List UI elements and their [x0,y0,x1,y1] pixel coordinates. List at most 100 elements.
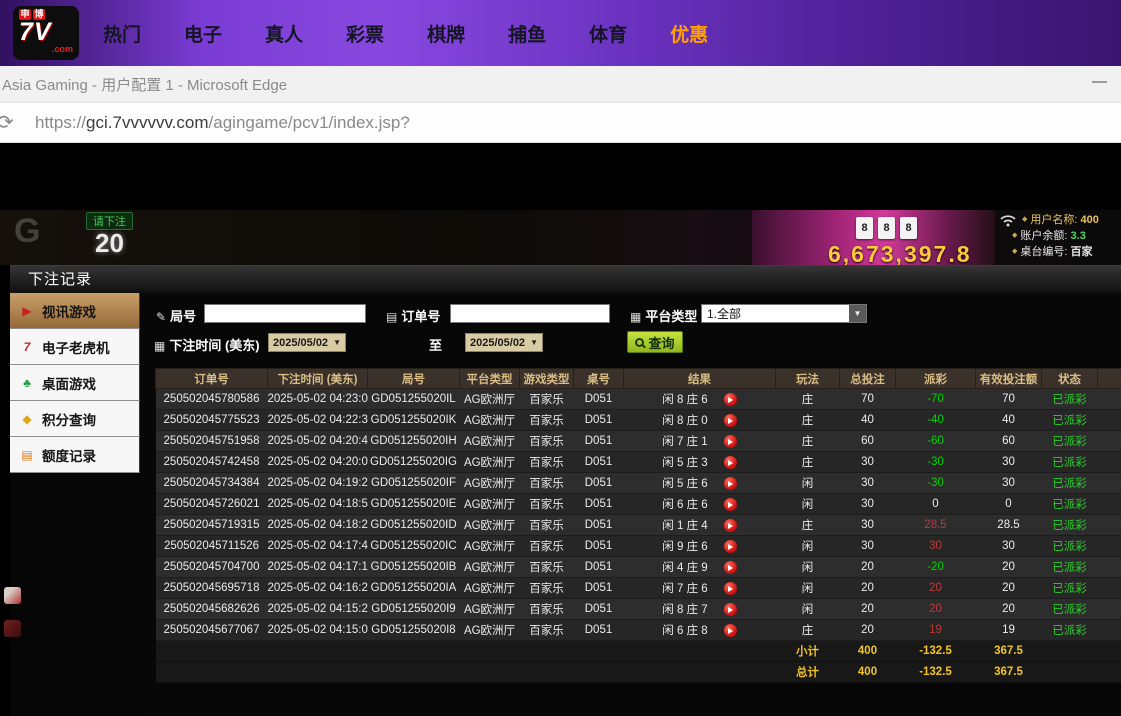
replay-button[interactable] [724,561,737,574]
bet-row: 2505020457343842025-05-02 04:19:25GD0512… [156,473,1121,494]
cell: 百家乐 [520,536,574,557]
panel-title: 下注记录 [10,265,1121,293]
browser-window: 申 博 7V .com 热门 电子 真人 彩票 棋牌 捕鱼 体育 优惠 Asia Gaming… [0,0,1121,716]
cell: -132.5 [896,662,976,683]
cell [1098,620,1121,641]
replay-button[interactable] [724,456,737,469]
cell [156,662,268,683]
column-header: 状态 [1042,369,1098,389]
order-number-input[interactable] [450,304,610,323]
background-letter: G [14,212,40,251]
cell: 70 [840,389,896,410]
cell: 250502045751958 [156,431,268,452]
sidebar-item-slot-machines[interactable]: 7电子老虎机 [10,329,140,365]
cell: GD051255020IK [368,410,460,431]
bet-row: 2505020457755232025-05-02 04:22:37GD0512… [156,410,1121,431]
cell: 庄 [776,620,840,641]
cell: GD051255020I9 [368,599,460,620]
replay-button[interactable] [724,624,737,637]
nav-item-hot[interactable]: 热门 [103,20,141,47]
nav-item-slots[interactable]: 电子 [184,20,222,47]
replay-button[interactable] [724,477,737,490]
chevron-down-icon: ▼ [530,338,538,347]
cell: 400 [840,662,896,683]
cell: 闲 5 庄 6 [624,473,776,494]
cell: 已派彩 [1042,578,1098,599]
panel-main: ✎局号 ▤订单号 ▦平台类型 1.全部 ▼ ▦下注时间 (美东) 2025/05… [140,293,1121,716]
replay-button[interactable] [724,393,737,406]
nav-item-promo[interactable]: 优惠 [670,20,708,47]
replay-button[interactable] [724,540,737,553]
nav-item-live[interactable]: 真人 [265,20,303,47]
query-button[interactable]: 查询 [627,331,683,353]
nav-item-sports[interactable]: 体育 [589,20,627,47]
round-filter-label: ✎局号 [156,306,196,325]
cell: -132.5 [896,641,976,662]
cell: 百家乐 [520,473,574,494]
replay-button[interactable] [724,582,737,595]
page-content: G 请下注 20 888 6,673,397.8 ◆用户名称: 400 ◆账户余… [0,143,1121,716]
replay-button[interactable] [724,498,737,511]
cell: 已派彩 [1042,473,1098,494]
cell: 百家乐 [520,599,574,620]
result-text: 闲 7 庄 6 [662,583,707,595]
floating-shortcut-icon[interactable] [4,587,21,604]
sidebar-item-points-query[interactable]: ◆积分查询 [10,401,140,437]
sidebar-item-video-games[interactable]: ▶视讯游戏 [10,293,140,329]
bet-timer-box: 请下注 20 [86,212,133,256]
result-text: 闲 8 庄 0 [662,415,707,427]
site-top-nav: 申 博 7V .com 热门 电子 真人 彩票 棋牌 捕鱼 体育 优惠 [0,0,1121,66]
nav-item-lottery[interactable]: 彩票 [346,20,384,47]
replay-button[interactable] [724,519,737,532]
cell: GD051255020IA [368,578,460,599]
magnifier-icon [635,338,644,347]
cell: 庄 [776,515,840,536]
platform-type-select[interactable]: 1.全部 ▼ [701,304,867,323]
date-to-select[interactable]: 2025/05/02▼ [465,333,543,352]
replay-button[interactable] [724,414,737,427]
cell: 250502045719315 [156,515,268,536]
cell [268,641,368,662]
user-info-block: ◆用户名称: 400 ◆账户余额: 3.3 ◆桌台编号: 百家 [1000,212,1121,260]
minimize-button[interactable]: — [1092,73,1107,90]
cell: AG欧洲厅 [460,431,520,452]
nav-item-board[interactable]: 棋牌 [427,20,465,47]
cell [1098,578,1121,599]
address-bar[interactable]: ⟳ https://gci.7vvvvvv.com/agingame/pcv1/… [0,103,1121,143]
cell: 400 [840,641,896,662]
sidebar-item-table-games[interactable]: ♣桌面游戏 [10,365,140,401]
cell: AG欧洲厅 [460,494,520,515]
cell: 367.5 [976,641,1042,662]
reload-icon[interactable]: ⟳ [0,110,35,135]
cell: 60 [976,431,1042,452]
table-number-value: 百家 [1071,246,1093,258]
user-name-line: ◆用户名称: 400 [1000,212,1121,228]
nav-item-fishing[interactable]: 捕鱼 [508,20,546,47]
replay-button[interactable] [724,435,737,448]
cell [1098,515,1121,536]
cell: 闲 1 庄 4 [624,515,776,536]
cell: 250502045775523 [156,410,268,431]
bet-row: 2505020456957182025-05-02 04:16:29GD0512… [156,578,1121,599]
site-logo[interactable]: 申 博 7V .com [13,6,79,60]
result-text: 闲 4 庄 9 [662,562,707,574]
date-from-select[interactable]: 2025/05/02▼ [268,333,346,352]
replay-button[interactable] [724,603,737,616]
window-titlebar: Asia Gaming - 用户配置 1 - Microsoft Edge — [0,66,1121,103]
wifi-icon [1000,214,1016,227]
cell: 20 [976,599,1042,620]
cell: 250502045711526 [156,536,268,557]
round-number-input[interactable] [204,304,366,323]
sidebar-item-quota-records[interactable]: ▤额度记录 [10,437,140,473]
cell: 30 [840,452,896,473]
balance-value: 3.3 [1071,230,1086,242]
cell: AG欧洲厅 [460,452,520,473]
cell: 庄 [776,452,840,473]
floating-shortcut-icon[interactable] [4,620,21,637]
bet-row: 2505020457805862025-05-02 04:23:03GD0512… [156,389,1121,410]
cell [574,662,624,683]
dealt-cards: 888 [856,217,917,239]
column-header: 玩法 [776,369,840,389]
logo-text: 7V [19,20,73,45]
cell: D051 [574,431,624,452]
